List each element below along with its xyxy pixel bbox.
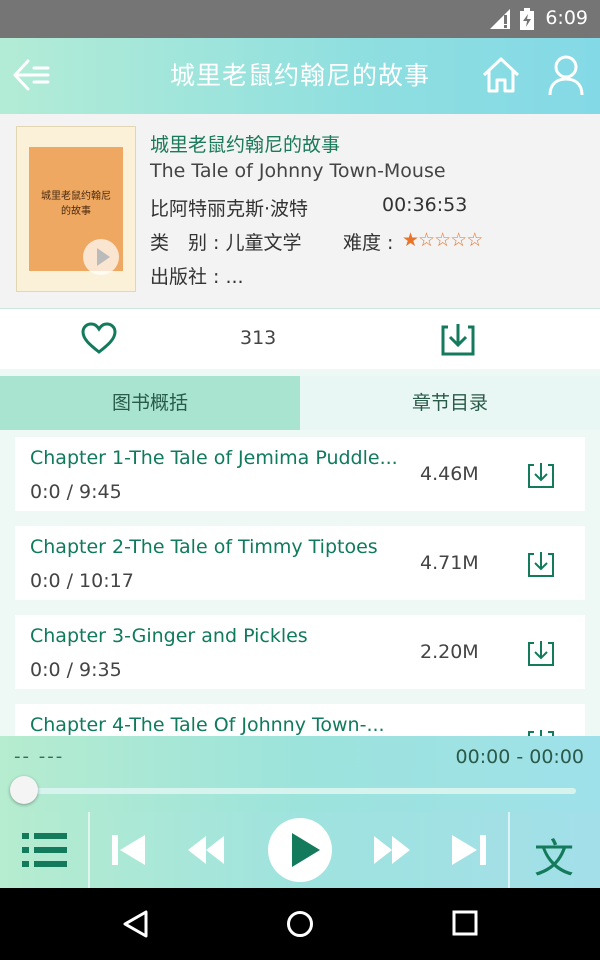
difficulty-stars: ★☆☆☆☆: [402, 229, 483, 251]
track-name: -- ---: [14, 746, 65, 767]
chapter-list[interactable]: Chapter 1-The Tale of Jemima Puddle... 0…: [0, 430, 600, 736]
star-empty-icon: ☆: [434, 229, 451, 251]
chapter-progress: 0:0 / 10:17: [30, 570, 134, 592]
chapter-download-icon[interactable]: [527, 639, 555, 667]
divider: [508, 812, 510, 888]
chapter-progress: 0:0 / 9:35: [30, 659, 122, 681]
nav-recents-icon[interactable]: [452, 910, 478, 936]
chapter-size: 4.71M: [420, 552, 479, 574]
chapter-download-icon[interactable]: [527, 550, 555, 578]
action-bar: 313: [0, 309, 600, 369]
cover-title: 城里老鼠约翰尼的故事: [41, 191, 111, 217]
list-item[interactable]: Chapter 3-Ginger and Pickles 0:0 / 9:35 …: [15, 615, 585, 689]
star-filled-icon: ★: [402, 229, 419, 251]
book-category: 类 别 : 儿童文学: [150, 232, 302, 254]
signal-icon: [490, 9, 510, 29]
divider: [88, 812, 90, 888]
progress-slider-handle[interactable]: [10, 776, 38, 804]
like-count: 313: [240, 327, 277, 349]
heart-icon[interactable]: [80, 321, 118, 355]
battery-icon: [520, 8, 534, 30]
tab-bar: 图书概括 章节目录: [0, 376, 600, 430]
play-icon[interactable]: [268, 818, 332, 882]
chapter-title: Chapter 4-The Tale Of Johnny Town-...: [30, 714, 385, 736]
download-icon[interactable]: [440, 321, 476, 357]
skip-previous-icon[interactable]: [112, 835, 146, 865]
book-publisher: 出版社 : ...: [150, 266, 244, 288]
book-title-zh: 城里老鼠约翰尼的故事: [150, 134, 341, 156]
cover-play-icon[interactable]: [83, 239, 119, 275]
list-item[interactable]: Chapter 1-The Tale of Jemima Puddle... 0…: [15, 437, 585, 511]
tab-chapters[interactable]: 章节目录: [300, 376, 600, 430]
status-bar: 6:09: [0, 0, 600, 38]
app-header: 城里老鼠约翰尼的故事: [0, 38, 600, 114]
list-item[interactable]: Chapter 4-The Tale Of Johnny Town-...: [15, 704, 585, 736]
difficulty-label: 难度 :: [343, 232, 394, 254]
book-duration: 00:36:53: [382, 194, 468, 216]
nav-back-icon[interactable]: [122, 910, 148, 938]
text-mode-button[interactable]: 文: [534, 826, 574, 884]
book-info-panel: 城里老鼠约翰尼的故事 城里老鼠约翰尼的故事 The Tale of Johnny…: [0, 114, 600, 309]
rewind-icon[interactable]: [188, 836, 224, 864]
chapter-title: Chapter 2-The Tale of Timmy Tiptoes: [30, 536, 378, 558]
tab-summary[interactable]: 图书概括: [0, 376, 300, 430]
fast-forward-icon[interactable]: [374, 836, 410, 864]
star-empty-icon: ☆: [418, 229, 435, 251]
nav-home-icon[interactable]: [286, 910, 314, 938]
book-title-en: The Tale of Johnny Town-Mouse: [150, 160, 446, 182]
book-cover[interactable]: 城里老鼠约翰尼的故事: [16, 126, 136, 292]
chapter-title: Chapter 3-Ginger and Pickles: [30, 625, 308, 647]
star-empty-icon: ☆: [450, 229, 467, 251]
player-progress-panel: -- --- 00:00 - 00:00: [0, 736, 600, 812]
skip-next-icon[interactable]: [452, 835, 486, 865]
player-controls: 文: [0, 812, 600, 888]
clock: 6:09: [545, 7, 588, 29]
chapter-download-icon[interactable]: [527, 461, 555, 489]
progress-track[interactable]: [18, 788, 576, 794]
user-icon[interactable]: [546, 53, 586, 97]
playback-time: 00:00 - 00:00: [455, 746, 584, 768]
chapter-size: 2.20M: [420, 641, 479, 663]
chapter-size: 4.46M: [420, 463, 479, 485]
playlist-icon[interactable]: [22, 832, 68, 868]
system-nav-bar: [0, 888, 600, 960]
chapter-progress: 0:0 / 9:45: [30, 481, 122, 503]
home-icon[interactable]: [480, 55, 522, 95]
book-author: 比阿特丽克斯·波特: [150, 198, 309, 220]
list-item[interactable]: Chapter 2-The Tale of Timmy Tiptoes 0:0 …: [15, 526, 585, 600]
chapter-title: Chapter 1-The Tale of Jemima Puddle...: [30, 447, 398, 469]
star-empty-icon: ☆: [466, 229, 483, 251]
chapter-download-icon[interactable]: [527, 728, 555, 736]
